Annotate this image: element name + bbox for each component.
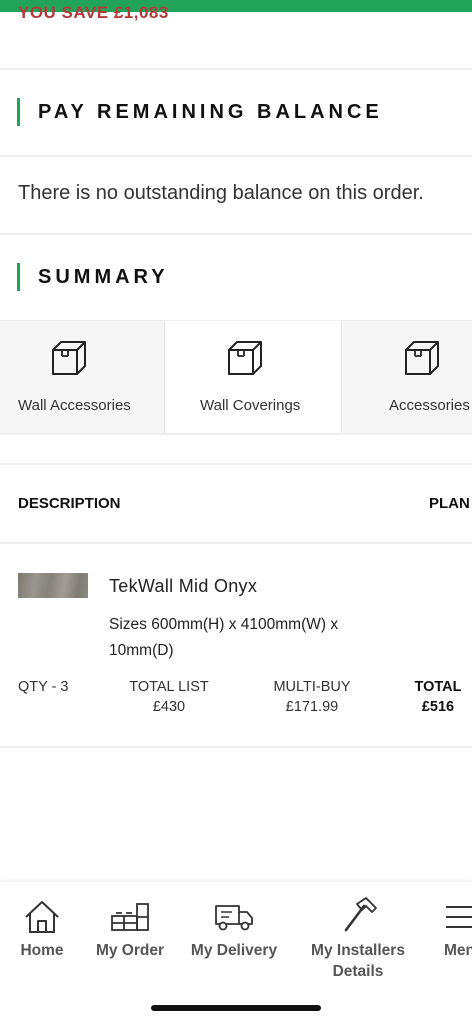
category-label: Wall Accessories [18, 397, 131, 414]
nav-label: My Installers Details [311, 942, 405, 980]
divider [0, 433, 472, 435]
nav-label: My Order [95, 942, 165, 959]
home-icon [25, 901, 59, 933]
summary-title: SUMMARY [38, 265, 169, 288]
divider [0, 155, 472, 157]
total-label: TOTAL [414, 679, 462, 695]
divider [0, 68, 472, 70]
quantity: QTY - 3 [18, 679, 69, 695]
bottom-navigation: Home My Order My Delivery My Installers … [0, 882, 472, 1024]
nav-my-delivery[interactable]: My Delivery [180, 882, 288, 992]
nav-label: Menu [444, 942, 472, 959]
box-icon [52, 341, 86, 375]
nav-my-installers-details[interactable]: My Installers Details [300, 882, 416, 992]
balance-message: There is no outstanding balance on this … [18, 182, 424, 204]
summary-heading: SUMMARY [17, 263, 169, 291]
savings-text: YOU SAVE £1,083 [18, 4, 169, 22]
divider [0, 746, 472, 748]
category-tab-wall-accessories[interactable]: Wall Accessories [0, 321, 165, 433]
total-value: £516 [421, 699, 455, 715]
nav-my-order[interactable]: My Order [86, 882, 174, 992]
box-icon [228, 341, 262, 375]
nav-label: My Delivery [190, 942, 278, 959]
total-list-value: £430 [152, 699, 186, 715]
heading-accent-bar [17, 263, 20, 291]
nav-label: Home [20, 942, 64, 959]
home-indicator [151, 1005, 321, 1011]
description-column-header: DESCRIPTION [18, 495, 121, 512]
pay-balance-heading: PAY REMAINING BALANCE [17, 98, 383, 126]
category-label: Accessories [389, 397, 470, 414]
multibuy-value: £171.99 [285, 699, 339, 715]
divider [0, 542, 472, 544]
menu-icon [446, 906, 472, 928]
category-tab-wall-coverings[interactable]: Wall Coverings [165, 321, 342, 433]
heading-accent-bar [17, 98, 20, 126]
divider [0, 463, 472, 465]
product-thumbnail [18, 573, 88, 598]
divider [0, 233, 472, 235]
kitchen-icon [111, 903, 149, 931]
nav-home[interactable]: Home [0, 882, 84, 992]
box-icon [405, 341, 439, 375]
product-sizes: Sizes 600mm(H) x 4100mm(W) x 10mm(D) [109, 616, 339, 659]
truck-icon [215, 905, 253, 931]
nav-menu[interactable]: Menu [436, 882, 472, 992]
hammer-icon [344, 897, 377, 932]
multibuy-label: MULTI-BUY [273, 679, 351, 695]
category-tab-accessories[interactable]: Accessories [342, 321, 472, 433]
category-tabs: Wall Accessories Wall Coverings Accessor… [0, 321, 472, 433]
pay-balance-title: PAY REMAINING BALANCE [38, 100, 383, 123]
total-list-label: TOTAL LIST [129, 679, 209, 695]
category-label: Wall Coverings [200, 397, 301, 414]
plan-column-header: PLAN [429, 495, 470, 512]
product-name: TekWall Mid Onyx [109, 576, 258, 596]
